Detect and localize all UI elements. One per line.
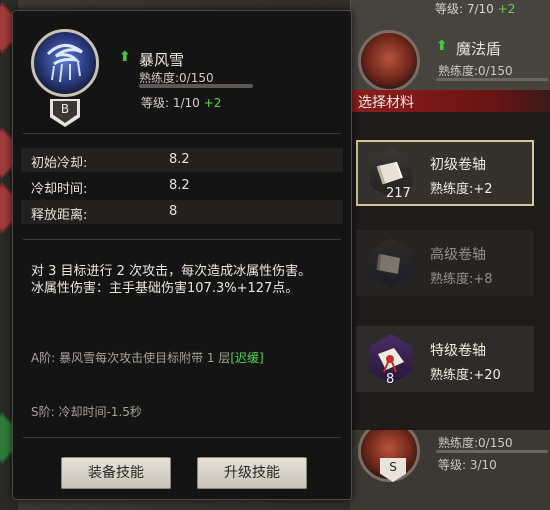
skill-level-value: 等级: 1/10 — [141, 96, 200, 110]
stat-row-cast-range: 释放距离: 8 — [21, 200, 343, 224]
stat-label: 冷却时间: — [31, 182, 88, 197]
material-exp: 熟练度:+8 — [430, 272, 493, 287]
material-header-label: 选择材料 — [358, 95, 414, 111]
background-bottom-exp: 熟练度:0/150 — [438, 436, 513, 450]
stat-value: 8.2 — [169, 152, 190, 167]
material-header: 选择材料 — [352, 90, 550, 112]
divider — [23, 133, 341, 134]
material-name: 特级卷轴 — [430, 343, 486, 359]
slow-status-link[interactable]: [迟缓] — [230, 351, 263, 365]
background-level-plus: +2 — [497, 2, 516, 16]
divider — [23, 239, 341, 240]
material-exp: 熟练度:+20 — [430, 368, 501, 383]
divider — [23, 437, 341, 438]
skill-exp-bar — [139, 84, 253, 88]
stat-value: 8 — [169, 204, 178, 219]
background-skill-exp: 熟练度:0/150 — [438, 64, 513, 78]
upgrade-arrow-icon: ⬆ — [436, 38, 448, 54]
material-exp: 熟练度:+2 — [430, 182, 493, 197]
material-item-basic-scroll[interactable]: 217 初级卷轴 熟练度:+2 — [356, 140, 534, 206]
upgrade-skill-button[interactable]: 升级技能 — [197, 457, 307, 489]
scroll-icon — [376, 161, 403, 185]
material-count: 8 — [386, 372, 395, 387]
skill-name: 暴风雪 — [139, 51, 185, 69]
background-skill-name: 魔法盾 — [456, 40, 502, 58]
material-name: 高级卷轴 — [430, 247, 486, 263]
upgrade-arrow-icon: ⬆ — [119, 49, 131, 65]
skill-description: 对 3 目标进行 2 次攻击，每次造成冰属性伤害。 冰属性伤害：主手基础伤害10… — [31, 263, 343, 297]
skill-level: 等级: 1/10 +2 — [141, 94, 221, 111]
material-name: 初级卷轴 — [430, 157, 486, 173]
material-panel: 217 初级卷轴 熟练度:+2 高级卷轴 熟练度:+8 8 特级卷轴 熟练度:+… — [352, 112, 550, 430]
stat-value: 8.2 — [169, 178, 190, 193]
background-rank-letter: S — [389, 460, 397, 474]
background-bottom-exp-bar — [436, 450, 548, 453]
material-item-advanced-scroll[interactable]: 高级卷轴 熟练度:+8 — [356, 230, 534, 296]
material-count: 217 — [386, 186, 411, 201]
skill-detail-panel: B ⬆ 暴风雪 熟练度:0/150 等级: 1/10 +2 初始冷却: 8.2 … — [12, 10, 352, 500]
skill-damage-line: 冰属性伤害：主手基础伤害107.3%+127点。 — [31, 281, 299, 296]
scroll-icon — [378, 348, 404, 373]
stat-label: 初始冷却: — [31, 156, 88, 171]
background-level-text: 等级: 7/10 +2 — [435, 0, 515, 17]
tier-s-effect: S阶: 冷却时间-1.5秒 — [31, 405, 142, 419]
background-bottom-level: 等级: 3/10 — [438, 458, 497, 472]
material-item-special-scroll[interactable]: 8 特级卷轴 熟练度:+20 — [356, 326, 534, 392]
magic-shield-skill-icon[interactable] — [358, 30, 420, 92]
skill-icon-group: B — [31, 29, 99, 127]
equip-skill-button[interactable]: 装备技能 — [61, 457, 171, 489]
stat-row-initial-cooldown: 初始冷却: 8.2 — [21, 148, 343, 172]
tier-a-effect: A阶: 暴风雪每次攻击使目标附带 1 层[迟缓] — [31, 349, 349, 367]
stat-row-cooldown: 冷却时间: 8.2 — [21, 174, 343, 198]
background-level-value: 等级: 7/10 — [435, 2, 494, 16]
background-exp-bar — [436, 78, 548, 81]
stat-label: 释放距离: — [31, 208, 88, 223]
skill-level-plus: +2 — [203, 96, 222, 110]
scroll-icon — [376, 253, 400, 274]
blizzard-skill-icon — [31, 29, 99, 97]
tier-a-text: A阶: 暴风雪每次攻击使目标附带 1 层 — [31, 351, 231, 365]
skill-rank-letter: B — [60, 102, 70, 116]
skill-description-line: 对 3 目标进行 2 次攻击，每次造成冰属性伤害。 — [31, 264, 312, 279]
